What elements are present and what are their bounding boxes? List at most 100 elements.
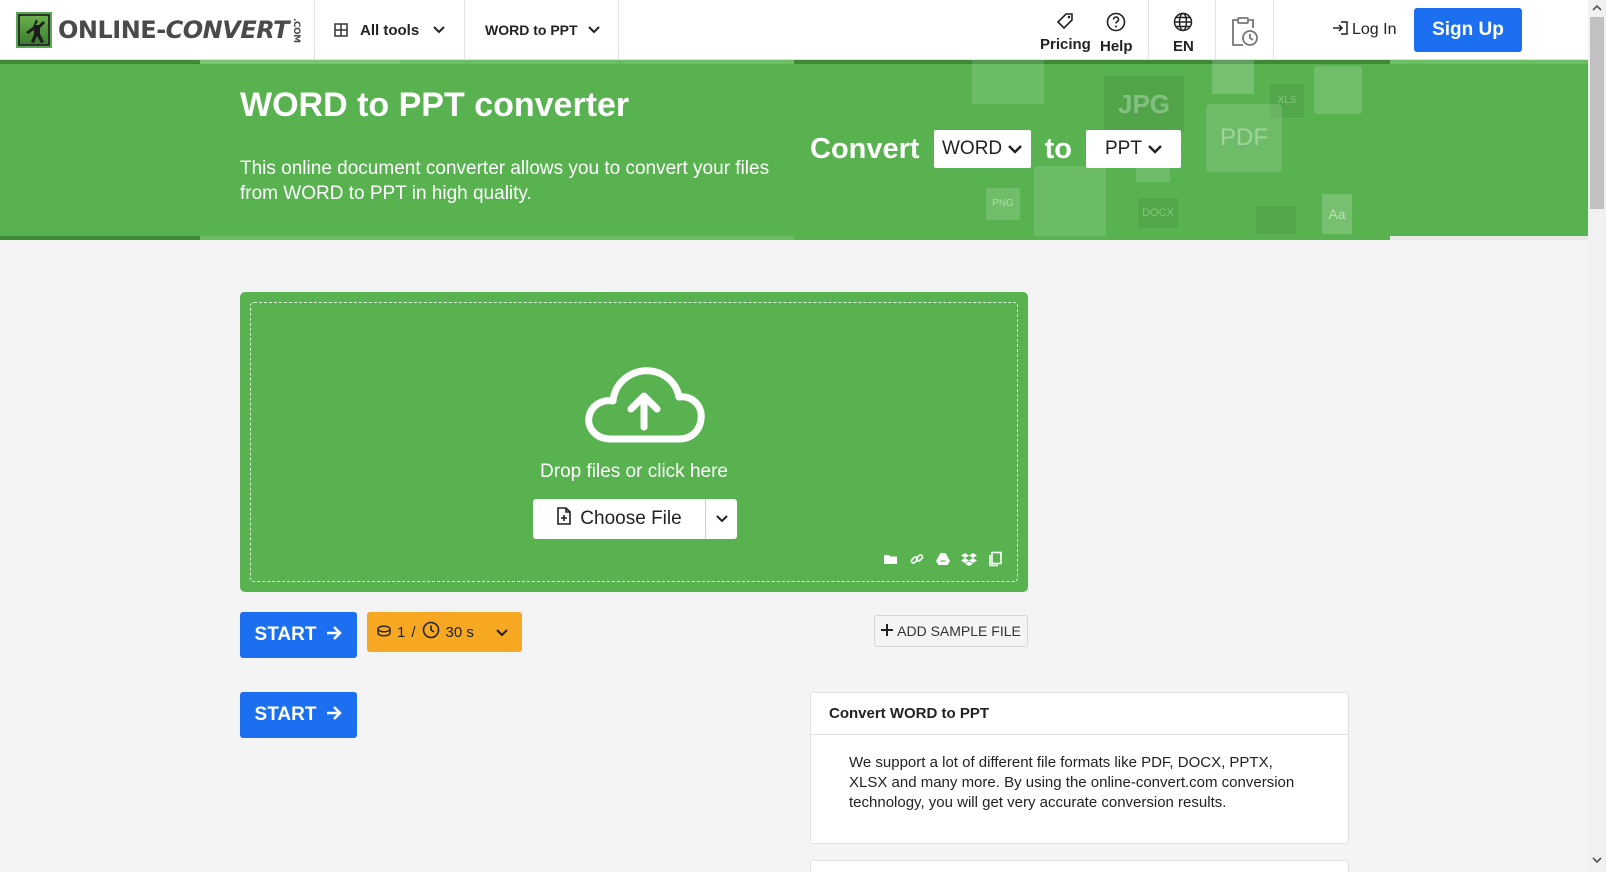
info-card-body: We support a lot of different file forma…: [849, 754, 1295, 811]
chevron-down-icon: [1008, 138, 1023, 160]
login-label: Log In: [1352, 21, 1397, 38]
current-tool-menu[interactable]: WORD to PPT: [485, 0, 600, 60]
font-label: Aa: [1328, 206, 1346, 222]
credits-separator: /: [411, 623, 416, 641]
docx-file-icon: DOCX: [1138, 198, 1178, 228]
info-card-title: Convert WORD to PPT: [811, 693, 1348, 735]
logo-mark-icon: [16, 12, 52, 48]
chevron-down-icon: [496, 624, 508, 641]
choose-file-button[interactable]: Choose File: [533, 499, 705, 539]
logo-wordmark: ONLINE- CONVERT .COM: [58, 16, 301, 44]
pricing-link[interactable]: Pricing: [1040, 10, 1091, 53]
help-link[interactable]: Help: [1100, 10, 1133, 55]
coin-icon: [377, 624, 391, 641]
file-add-icon: [556, 507, 572, 531]
copy-icon[interactable]: [987, 551, 1003, 567]
to-label: to: [1044, 132, 1072, 165]
scrollbar-thumb[interactable]: [1590, 17, 1604, 209]
nav-divider: [618, 0, 619, 60]
page-scrollbar[interactable]: [1588, 0, 1606, 872]
jpg-file-icon: JPG: [1104, 76, 1184, 132]
globe-icon: [1173, 12, 1193, 36]
start-label: START: [254, 704, 317, 725]
convert-label: Convert: [810, 132, 920, 165]
site-logo[interactable]: ONLINE- CONVERT .COM: [16, 12, 301, 48]
choose-file-label: Choose File: [580, 508, 682, 529]
envelope-icon: [972, 60, 1044, 104]
pdf-file-icon: PDF: [1206, 104, 1282, 172]
drop-files-text: Drop files or click here: [540, 461, 728, 482]
scroll-up-icon[interactable]: [1592, 4, 1602, 14]
add-sample-label: ADD SAMPLE FILE: [897, 623, 1021, 639]
chevron-down-icon: [433, 26, 445, 34]
logo-text-com: .COM: [291, 17, 301, 43]
jpg-label: JPG: [1117, 89, 1171, 119]
info-card: Convert WORD to PPT We support a lot of …: [810, 692, 1349, 844]
logo-text-convert: CONVERT: [165, 16, 290, 44]
time-estimate: 30 s: [445, 623, 474, 641]
language-label: EN: [1173, 38, 1194, 55]
start-button-secondary[interactable]: START: [240, 692, 357, 738]
chevron-down-icon: [587, 26, 600, 34]
nav-divider: [1148, 0, 1149, 60]
conversion-credits-badge[interactable]: 1 / 30 s: [367, 612, 522, 652]
start-label: START: [254, 624, 317, 645]
add-sample-file-button[interactable]: ADD SAMPLE FILE: [874, 615, 1028, 647]
arrow-right-icon: [326, 704, 343, 726]
credits-count: 1: [397, 623, 406, 641]
png-file-icon: PNG: [986, 188, 1020, 220]
all-tools-menu[interactable]: All tools: [334, 0, 445, 60]
hero-stripe: [0, 236, 1588, 240]
chevron-down-icon: [715, 510, 728, 528]
grid-icon: [334, 23, 348, 37]
start-button[interactable]: START: [240, 612, 357, 658]
to-format-select[interactable]: PPT: [1085, 130, 1181, 168]
all-tools-label: All tools: [360, 21, 420, 39]
format-selector-row: Convert WORD to PPT: [810, 130, 1181, 168]
question-circle-icon: [1106, 12, 1126, 36]
logo-text-online: ONLINE-: [58, 16, 166, 44]
history-button[interactable]: [1229, 14, 1259, 52]
nav-divider: [314, 0, 315, 60]
nav-divider: [1215, 0, 1216, 60]
top-navbar: ONLINE- CONVERT .COM All tools WORD to P…: [0, 0, 1588, 60]
cloud-upload-icon: [583, 363, 707, 452]
nav-divider: [1273, 0, 1274, 60]
tag-icon: [1056, 12, 1074, 34]
scroll-down-icon[interactable]: [1592, 856, 1602, 866]
hero-stripe: [0, 60, 1588, 64]
dropbox-icon[interactable]: [961, 551, 977, 567]
page-title: WORD to PPT converter: [240, 86, 630, 124]
to-format-value: PPT: [1104, 138, 1142, 159]
google-drive-icon[interactable]: [935, 551, 951, 567]
signup-button[interactable]: Sign Up: [1414, 8, 1522, 52]
png-label: PNG: [992, 198, 1014, 209]
clock-icon: [422, 621, 440, 643]
next-card: [810, 860, 1349, 872]
login-link[interactable]: Log In: [1332, 0, 1396, 60]
hero-banner: JPG XLS PDF PNG DOCX Aa WORD to PPT conv…: [0, 60, 1588, 240]
pricing-label: Pricing: [1040, 36, 1091, 53]
sign-in-icon: [1332, 20, 1348, 40]
drop-zone-border: Drop files or click here Choose File: [250, 302, 1018, 582]
from-format-select[interactable]: WORD: [933, 130, 1031, 168]
help-label: Help: [1100, 38, 1133, 55]
bar-chart-icon: [1314, 66, 1362, 114]
page-description: This online document converter allows yo…: [240, 158, 770, 204]
language-selector[interactable]: EN: [1173, 10, 1194, 55]
from-format-value: WORD: [942, 138, 1003, 159]
choose-file-control: Choose File: [533, 499, 737, 539]
arrow-right-icon: [326, 624, 343, 646]
link-icon[interactable]: [909, 551, 925, 567]
upload-source-icons: [883, 551, 1003, 567]
chevron-down-icon: [1148, 138, 1162, 160]
docx-label: DOCX: [1142, 207, 1174, 219]
file-drop-zone[interactable]: Drop files or click here Choose File: [240, 292, 1028, 592]
tiff-file-icon: [1256, 206, 1296, 234]
plus-icon: [881, 623, 894, 639]
choose-file-dropdown[interactable]: [705, 499, 737, 539]
font-file-icon: Aa: [1322, 194, 1352, 234]
nav-divider: [464, 0, 465, 60]
current-tool-label: WORD to PPT: [485, 22, 578, 38]
folder-icon[interactable]: [883, 551, 899, 567]
